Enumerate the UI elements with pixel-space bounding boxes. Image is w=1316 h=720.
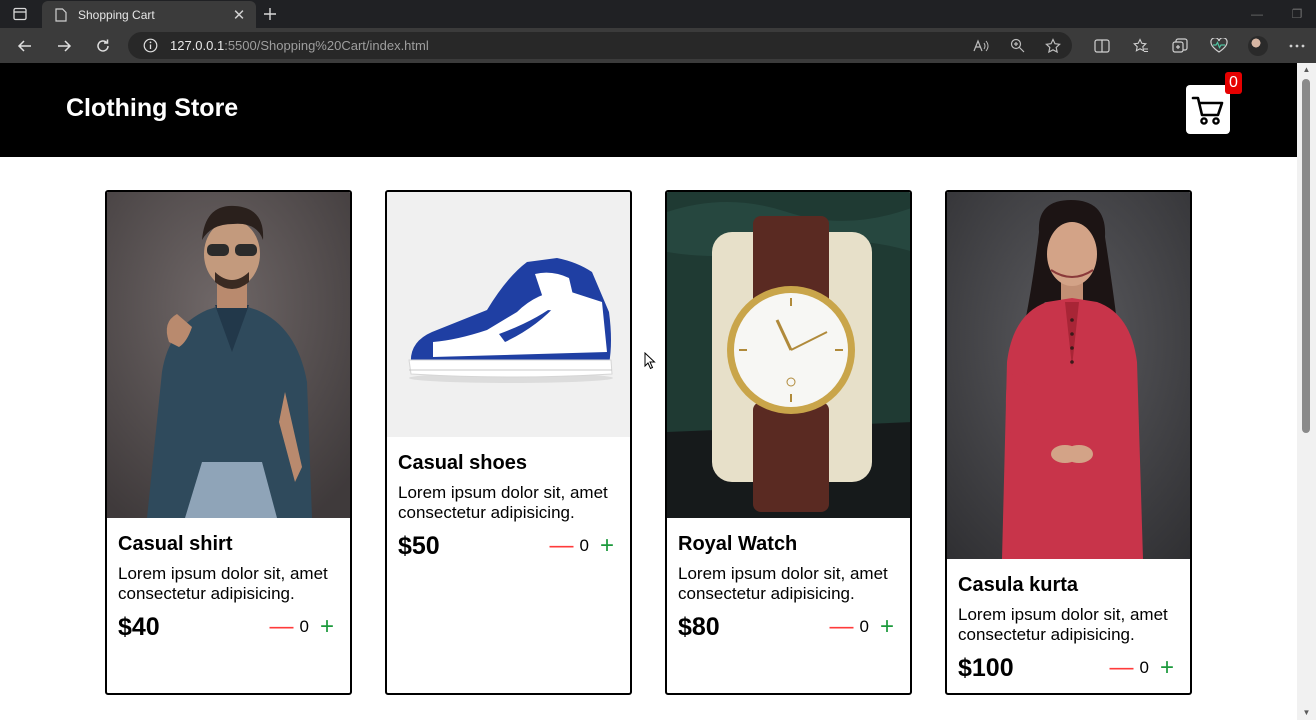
product-description: Lorem ipsum dolor sit, amet consectetur … (678, 564, 888, 603)
reload-icon (97, 39, 109, 52)
increase-quantity-button[interactable]: + (1155, 656, 1179, 680)
product-price: $80 (678, 612, 720, 641)
quantity-stepper: — 0 + (1110, 656, 1179, 680)
product-name: Casual shirt (118, 533, 233, 555)
product-description: Lorem ipsum dolor sit, amet consectetur … (958, 605, 1168, 644)
collections-icon[interactable] (1160, 35, 1199, 57)
page-viewport: Clothing Store 0 Casual shirt Lorem ipsu… (0, 63, 1297, 720)
increase-quantity-button[interactable]: + (875, 615, 899, 639)
product-name: Royal Watch (678, 533, 798, 555)
product-image-casual-shoes (387, 192, 630, 437)
info-icon[interactable] (142, 38, 158, 54)
site-header: Clothing Store 0 (0, 63, 1297, 157)
back-button[interactable] (10, 31, 40, 61)
minimize-button[interactable]: — (1237, 0, 1277, 28)
page-icon (54, 7, 68, 22)
new-tab-button[interactable] (258, 2, 282, 26)
product-name: Casula kurta (958, 574, 1079, 596)
star-icon[interactable] (1042, 35, 1064, 57)
cart-count-badge: 0 (1225, 72, 1242, 94)
increase-quantity-button[interactable]: + (595, 534, 619, 558)
tab-title: Shopping Cart (78, 7, 155, 22)
mouse-cursor-icon (644, 352, 656, 370)
page-scrollbar[interactable]: ▲ ▼ (1297, 63, 1316, 720)
favorites-icon[interactable] (1121, 35, 1160, 57)
url-path: :5500/Shopping%20Cart/index.html (224, 38, 429, 53)
plus-icon (264, 8, 276, 20)
product-description: Lorem ipsum dolor sit, amet consectetur … (118, 564, 328, 603)
product-image-casula-kurta (947, 192, 1190, 559)
quantity-value: 0 (579, 536, 589, 555)
read-aloud-icon[interactable] (970, 35, 992, 57)
split-screen-icon[interactable] (1082, 35, 1121, 57)
scroll-down-arrow-icon[interactable]: ▼ (1301, 708, 1312, 718)
product-price: $100 (958, 653, 1014, 682)
browser-essentials-icon[interactable] (1199, 35, 1238, 57)
zoom-icon[interactable] (1006, 35, 1028, 57)
url-text[interactable]: 127.0.0.1:5500/Shopping%20Cart/index.htm… (170, 38, 429, 53)
product-image-casual-shirt (107, 192, 350, 518)
store-title: Clothing Store (66, 94, 239, 122)
increase-quantity-button[interactable]: + (315, 615, 339, 639)
reload-button[interactable] (88, 31, 118, 61)
url-host: 127.0.0.1 (170, 38, 225, 53)
quantity-stepper: — 0 + (830, 615, 899, 639)
product-card-royal-watch: Royal Watch Lorem ipsum dolor sit, amet … (665, 190, 912, 695)
address-bar[interactable]: 127.0.0.1:5500/Shopping%20Cart/index.htm… (128, 32, 1072, 59)
quantity-stepper: — 0 + (270, 615, 339, 639)
product-description: Lorem ipsum dolor sit, amet consectetur … (398, 483, 608, 522)
scroll-up-arrow-icon[interactable]: ▲ (1301, 65, 1312, 75)
forward-button[interactable] (49, 31, 79, 61)
quantity-value: 0 (1139, 658, 1149, 677)
scroll-thumb[interactable] (1302, 79, 1310, 433)
profile-button[interactable] (1238, 35, 1277, 57)
cart-button[interactable] (1186, 85, 1230, 134)
product-price: $50 (398, 531, 440, 560)
decrease-quantity-button[interactable]: — (270, 615, 294, 639)
more-icon[interactable] (1277, 35, 1316, 57)
sidebar-toggle-icon[interactable] (0, 0, 40, 28)
back-arrow-icon (17, 40, 31, 52)
product-name: Casual shoes (398, 452, 527, 474)
decrease-quantity-button[interactable]: — (1110, 656, 1134, 680)
browser-tab-bar: Shopping Cart ✕ — ❐ (0, 0, 1316, 28)
browser-toolbar: 127.0.0.1:5500/Shopping%20Cart/index.htm… (0, 28, 1316, 63)
product-card-casual-shirt: Casual shirt Lorem ipsum dolor sit, amet… (105, 190, 352, 695)
decrease-quantity-button[interactable]: — (550, 534, 574, 558)
decrease-quantity-button[interactable]: — (830, 615, 854, 639)
forward-arrow-icon (58, 40, 72, 52)
avatar (1247, 35, 1268, 56)
quantity-value: 0 (299, 617, 309, 636)
close-icon[interactable]: ✕ (228, 4, 250, 26)
quantity-stepper: — 0 + (550, 534, 619, 558)
browser-tab[interactable]: Shopping Cart ✕ (42, 1, 256, 28)
restore-button[interactable]: ❐ (1277, 0, 1316, 28)
cart-icon (1191, 96, 1224, 125)
product-image-royal-watch (667, 192, 910, 518)
product-card-casula-kurta: Casula kurta Lorem ipsum dolor sit, amet… (945, 190, 1192, 695)
product-card-casual-shoes: Casual shoes Lorem ipsum dolor sit, amet… (385, 190, 632, 695)
quantity-value: 0 (859, 617, 869, 636)
product-price: $40 (118, 612, 160, 641)
